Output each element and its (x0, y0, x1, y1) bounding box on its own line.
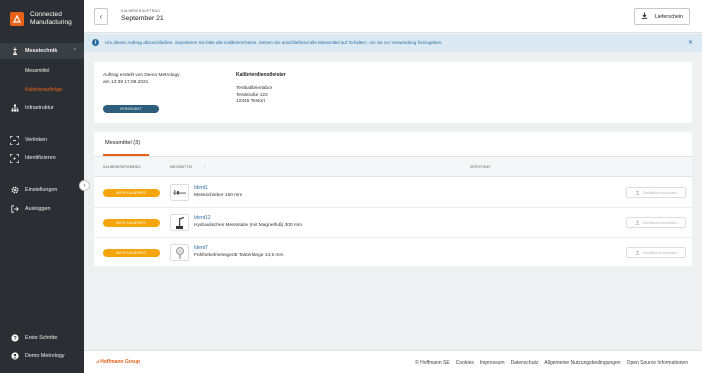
sidebar-item-ausloggen[interactable]: Ausloggen (0, 204, 84, 214)
sidebar-item-label: Erste Schritte (25, 335, 58, 341)
upload-icon (635, 219, 640, 226)
close-icon[interactable]: ✕ (688, 39, 693, 46)
order-summary-card: Auftrag erstellt von Demo Metrology am 1… (94, 62, 692, 123)
page-header: ‹ KALIBRIERAUFTRAG September 21 Liefersc… (84, 0, 702, 33)
sidebar-item-label: Einstellungen (25, 187, 58, 193)
instrument-description: Hydraulisches Messstativ (mit Magnetfuß)… (194, 223, 302, 228)
info-icon: i (92, 39, 99, 46)
col-header-zertifikat: ZERTIFIKAT (470, 165, 491, 169)
table-header: KALIBRIERERGEBNIS MESSMITTEL ↑ ZERTIFIKA… (94, 157, 692, 177)
upload-certificate-button[interactable]: Zertifikat hochladen (626, 217, 686, 228)
instruments-card: Messmittel (3) KALIBRIERERGEBNIS MESSMIT… (94, 132, 692, 266)
provider-city: 12345 Testort (236, 99, 265, 104)
footer-link-cookies[interactable]: Cookies (456, 360, 474, 366)
instrument-id-link[interactable]: Ident7 (194, 245, 208, 251)
sidebar-item-user[interactable]: Demo Metrology (0, 351, 84, 361)
hoffmann-logo-text: Hoffmann Group (100, 359, 140, 365)
sidebar-item-label: Infrastruktur (25, 105, 54, 111)
upload-icon (635, 189, 640, 196)
upload-certificate-button[interactable]: Zertifikat hochladen (626, 247, 686, 258)
instrument-id-link[interactable]: Ident12 (194, 215, 211, 221)
col-header-ergebnis[interactable]: KALIBRIERERGEBNIS (103, 165, 141, 169)
order-created-by: Auftrag erstellt von Demo Metrology (103, 73, 180, 78)
page-footer: ⩘ Hoffmann Group © Hoffmann SE Cookies I… (84, 350, 702, 373)
stand-icon (170, 214, 189, 231)
footer-link-impressum[interactable]: Impressum (480, 360, 505, 366)
dial-gauge-icon (170, 244, 189, 261)
sidebar-item-label: Ausloggen (25, 206, 51, 212)
footer-link-agb[interactable]: Allgemeine Nutzungsbedingungen (544, 360, 620, 366)
brand[interactable]: Connected Manufacturing (0, 0, 84, 38)
sidebar-item-infrastruktur[interactable]: Infrastruktur (0, 103, 84, 113)
sidebar-item-einstellungen[interactable]: Einstellungen (0, 185, 84, 195)
sidebar-item-erste-schritte[interactable]: ? Erste Schritte (0, 333, 84, 343)
footer-link-datenschutz[interactable]: Datenschutz (511, 360, 539, 366)
help-icon: ? (10, 334, 19, 343)
sidebar-item-label: Messtechnik (25, 48, 58, 54)
upload-certificate-label: Zertifikat hochladen (642, 250, 678, 255)
microscope-icon (10, 47, 19, 56)
hierarchy-icon (10, 104, 19, 113)
scan-icon (10, 153, 19, 163)
download-icon (641, 12, 648, 21)
chevron-left-icon: ‹ (99, 12, 103, 21)
sidebar-item-label: Identifizieren (25, 155, 56, 161)
sidebar-item-messtechnik[interactable]: Messtechnik ⌃ (0, 43, 84, 59)
link-scan-icon (10, 135, 19, 145)
chevron-up-icon[interactable]: ⌃ (73, 48, 77, 54)
provider-address: Testkalibrierlabor Teststraße 123 12345 … (236, 86, 272, 106)
brand-line-2: Manufacturing (30, 19, 72, 26)
sidebar-item-identifizieren[interactable]: Identifizieren (0, 153, 84, 163)
info-banner: i Um diesen Auftrag abzuschließen, impor… (84, 34, 702, 52)
page-overline: KALIBRIERAUFTRAG (121, 9, 161, 13)
sidebar-item-verlinken[interactable]: Verlinken (0, 135, 84, 145)
user-avatar-icon (10, 352, 19, 361)
info-banner-text: Um diesen Auftrag abzuschließen, importi… (105, 40, 443, 45)
instrument-description: Fühlhebelmessgerät Tasterlänge 14,5 mm (194, 253, 284, 258)
logout-icon (10, 205, 19, 214)
footer-copyright: © Hoffmann SE (415, 360, 450, 366)
upload-certificate-button[interactable]: Zertifikat hochladen (626, 187, 686, 198)
sidebar: Connected Manufacturing Messtechnik ⌃ Me… (0, 0, 84, 373)
upload-icon (635, 249, 640, 256)
gear-icon (10, 186, 19, 195)
order-created-info: Auftrag erstellt von Demo Metrology am 1… (103, 72, 180, 86)
page-title: September 21 (121, 15, 164, 22)
sidebar-item-label: Verlinken (25, 137, 48, 143)
status-badge: WIRD KALIBRIERT (103, 249, 160, 257)
back-button[interactable]: ‹ (94, 8, 108, 25)
instrument-id-link[interactable]: Ident1 (194, 185, 208, 191)
upload-certificate-label: Zertifikat hochladen (642, 190, 678, 195)
chevron-left-icon: ‹ (83, 182, 86, 189)
sidebar-sub-messmittel[interactable]: Messmittel (25, 68, 49, 74)
footer-links: © Hoffmann SE Cookies Impressum Datensch… (409, 360, 688, 366)
order-created-at: am 13:38 17.09.2021 (103, 80, 149, 85)
hoffmann-logo[interactable]: ⩘ Hoffmann Group (96, 359, 140, 365)
upload-certificate-label: Zertifikat hochladen (642, 220, 678, 225)
lieferschein-label: Lieferschein (655, 13, 683, 20)
table-row: WIRD KALIBRIERT Ident12 Hydraulisches Me… (94, 208, 692, 238)
table-row: WIRD KALIBRIERT Ident7 Fühlhebelmessgerä… (94, 238, 692, 268)
sidebar-item-label: Demo Metrology (25, 353, 65, 359)
provider-name: Testkalibrierlabor (236, 86, 273, 91)
brand-logo-icon (10, 12, 24, 26)
lieferschein-button[interactable]: Lieferschein (634, 8, 690, 25)
col-header-messmittel[interactable]: MESSMITTEL (170, 165, 193, 169)
instrument-description: Messschieber 150 mm (194, 193, 243, 198)
sort-asc-icon[interactable]: ↑ (204, 165, 206, 169)
tab-messmittel[interactable]: Messmittel (3) (105, 140, 140, 146)
caliper-icon (170, 184, 189, 201)
footer-link-oss[interactable]: Open Source Informationen (627, 360, 688, 366)
table-row: WIRD KALIBRIERT Ident1 Messschieber 150 … (94, 178, 692, 208)
brand-line-1: Connected (30, 11, 62, 18)
sidebar-sub-kalibrierauftraege[interactable]: Kalibrieraufträge (25, 87, 62, 93)
status-badge: WIRD KALIBRIERT (103, 219, 160, 227)
provider-title: Kalibrierdienstleister (236, 72, 286, 78)
sidebar-collapse-button[interactable]: ‹ (79, 180, 90, 191)
order-status-badge: VERSENDET (103, 105, 159, 113)
status-badge: WIRD KALIBRIERT (103, 189, 160, 197)
brand-name: Connected Manufacturing (30, 11, 72, 27)
